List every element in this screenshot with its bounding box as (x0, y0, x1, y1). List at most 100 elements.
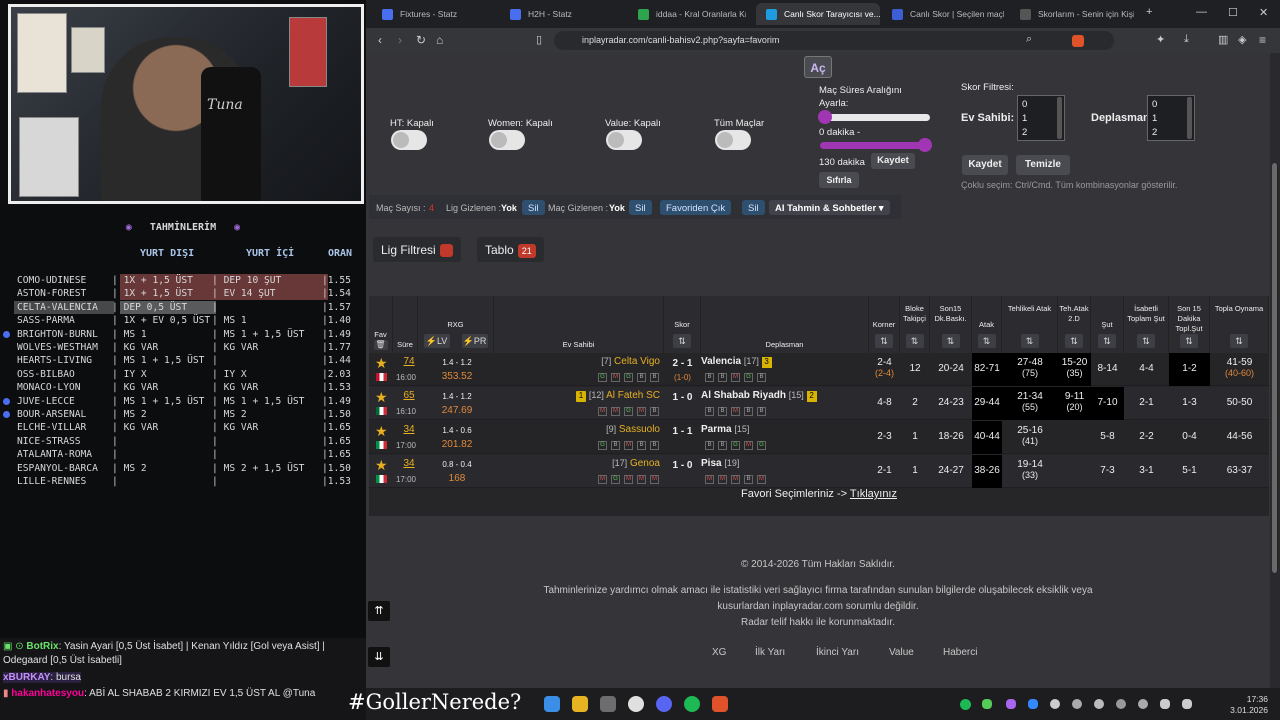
clock[interactable]: 17:36 3.01.2026 (1230, 694, 1268, 716)
app-icon[interactable] (600, 696, 616, 712)
explorer-icon[interactable] (572, 696, 588, 712)
tray-spotify-icon[interactable] (960, 699, 971, 710)
sidebar-icon[interactable]: ▥ (1218, 33, 1228, 46)
bookmark-icon[interactable]: ▯ (536, 33, 542, 46)
footer-link-ikinci-yari[interactable]: İkinci Yarı (816, 647, 859, 658)
header-son15[interactable]: Son15 Dk.Baskı. ⇅ (930, 296, 972, 353)
back-icon[interactable]: ‹ (378, 33, 382, 47)
header-topla[interactable]: Topla Oynama ⇅ (1210, 296, 1269, 353)
match-minute[interactable]: 34 (395, 458, 423, 472)
range-min-knob[interactable] (818, 110, 832, 124)
header-sut[interactable]: Şut ⇅ (1091, 296, 1124, 353)
brave-shield-icon[interactable] (1072, 35, 1084, 47)
tab-skorlarim[interactable]: Skorlarım - Senin için Kişisel... (1010, 3, 1134, 25)
maximize-icon[interactable]: ☐ (1228, 6, 1238, 19)
sort-icon[interactable]: ⇅ (905, 334, 924, 348)
home-team[interactable]: Genoa (630, 458, 660, 469)
tab-fixtures[interactable]: Fixtures - Statz (372, 3, 490, 25)
home-team[interactable]: Celta Vigo (614, 356, 660, 367)
header-score[interactable]: Skor ⇅ (664, 296, 701, 353)
range-reset-button[interactable]: Sıfırla (819, 172, 859, 188)
new-tab-icon[interactable]: + (1146, 6, 1152, 18)
league-clear-button[interactable]: Sil (522, 200, 545, 215)
tray-icon[interactable] (1138, 699, 1148, 709)
away-team[interactable]: Parma (701, 424, 732, 435)
header-home[interactable]: Ev Sahibi (494, 296, 664, 353)
home-score-list[interactable]: 012 (1017, 95, 1065, 141)
tray-icon[interactable] (982, 699, 992, 709)
header-rxg[interactable]: RXG ⚡LV ⚡PR (418, 296, 494, 353)
trash-icon[interactable]: 🗑 (373, 340, 388, 350)
header-atak[interactable]: Atak ⇅ (972, 296, 1002, 353)
range-save-button[interactable]: Kaydet (871, 153, 915, 169)
ht-toggle[interactable] (391, 130, 427, 150)
match-row[interactable]: ★ 65 16:10 1.4 - 1.2 247.69 [12] Al Fateh SC 1… (369, 387, 1269, 420)
home-team[interactable]: Sassuolo (619, 424, 660, 435)
url-text[interactable]: inplayradar.com/canli-bahisv2.php?sayfa=… (582, 35, 779, 45)
reload-icon[interactable]: ↻ (416, 33, 426, 47)
spotify-icon[interactable] (684, 696, 700, 712)
header-away[interactable]: Deplasman (701, 296, 869, 353)
sort-icon[interactable]: ⇅ (875, 334, 893, 348)
extensions-icon[interactable]: ✦ (1156, 33, 1165, 46)
favorite-star-icon[interactable]: ★ (375, 390, 390, 404)
tab-h2h[interactable]: H2H - Statz (500, 3, 618, 25)
favorite-star-icon[interactable]: ★ (375, 458, 390, 472)
zoom-icon[interactable]: ⌕ (1026, 33, 1032, 46)
fav-clear-button[interactable]: Sil (742, 200, 765, 215)
away-team[interactable]: Pisa (701, 458, 722, 469)
header-sure[interactable]: Süre (393, 296, 418, 353)
tab-secilen[interactable]: Canlı Skor | Seçilen maçlar... (882, 3, 1004, 25)
sort-icon[interactable]: ⇅ (1098, 334, 1116, 348)
score-clear-button[interactable]: Temizle (1016, 155, 1070, 175)
tray-icon[interactable] (1094, 699, 1104, 709)
footer-link-haberci[interactable]: Haberci (943, 647, 977, 658)
sort-icon[interactable]: ⇅ (1065, 334, 1083, 348)
table-tab[interactable]: Tablo 21 (477, 237, 544, 262)
match-row[interactable]: ★ 74 16:00 1.4 - 1.2 353.52 [7] Celta Vigo G M G… (369, 353, 1269, 386)
ai-menu-button[interactable]: AI Tahmin & Sohbetler ▾ (769, 200, 890, 215)
favorite-star-icon[interactable]: ★ (375, 424, 390, 438)
match-minute[interactable]: 34 (395, 424, 423, 438)
match-row[interactable]: ★ 34 17:00 0.8 - 0.4 168 [17] Genoa M G M M M 1 - 0… (369, 455, 1269, 488)
lv-sort-icon[interactable]: ⚡LV (423, 334, 450, 348)
header-son15sut[interactable]: Son 15 Dakika Topl.Şut ⇅ (1169, 296, 1210, 353)
sort-icon[interactable]: ⇅ (941, 334, 960, 348)
header-tehlikeli[interactable]: Tehlikeli Atak ⇅ (1002, 296, 1058, 353)
sort-icon[interactable]: ⇅ (977, 334, 996, 348)
fav-link[interactable]: Tıklayınız (850, 488, 897, 500)
footer-link-ilk-yari[interactable]: İlk Yarı (755, 647, 785, 658)
unfavorite-button[interactable]: Favoriden Çık (660, 200, 732, 215)
range-min-track[interactable] (820, 114, 930, 121)
page-scrollbar[interactable] (1270, 53, 1280, 688)
all-matches-toggle[interactable] (715, 130, 751, 150)
league-filter-tab[interactable]: Lig Filtresi (373, 237, 461, 262)
wifi-icon[interactable] (1160, 699, 1170, 709)
tab-canli-skor[interactable]: Canlı Skor Tarayıcısı ve... (756, 3, 880, 25)
tray-icon[interactable] (1116, 699, 1126, 709)
match-minute[interactable]: 65 (395, 390, 423, 404)
tray-icon[interactable] (1006, 699, 1016, 709)
bluetooth-icon[interactable] (1028, 699, 1038, 709)
sort-icon[interactable]: ⇅ (673, 334, 691, 348)
footer-link-value[interactable]: Value (889, 647, 914, 658)
range-max-knob[interactable] (918, 138, 932, 152)
open-button[interactable]: Aç (804, 56, 832, 78)
tab-iddaa[interactable]: iddaa - Kral Oranlarla Kral... (628, 3, 746, 25)
tray-icon[interactable] (1050, 699, 1060, 709)
value-toggle[interactable] (606, 130, 642, 150)
sort-icon[interactable]: ⇅ (1020, 334, 1039, 348)
home-icon[interactable]: ⌂ (436, 33, 443, 47)
match-minute[interactable]: 74 (395, 356, 423, 370)
scroll-bottom-button[interactable]: ⇊ (368, 647, 390, 667)
header-teh2d[interactable]: Teh.Atak 2.D ⇅ (1058, 296, 1091, 353)
forward-icon[interactable]: › (398, 33, 402, 47)
home-team[interactable]: Al Fateh SC (606, 390, 660, 401)
menu-icon[interactable]: ≡ (1259, 33, 1266, 47)
download-icon[interactable]: ⤓ (1184, 33, 1189, 46)
volume-icon[interactable] (1182, 699, 1192, 709)
sort-icon[interactable]: ⇅ (1230, 334, 1248, 348)
brave-icon[interactable] (712, 696, 728, 712)
away-team[interactable]: Al Shabab Riyadh (701, 390, 786, 401)
match-clear-button[interactable]: Sil (629, 200, 652, 215)
